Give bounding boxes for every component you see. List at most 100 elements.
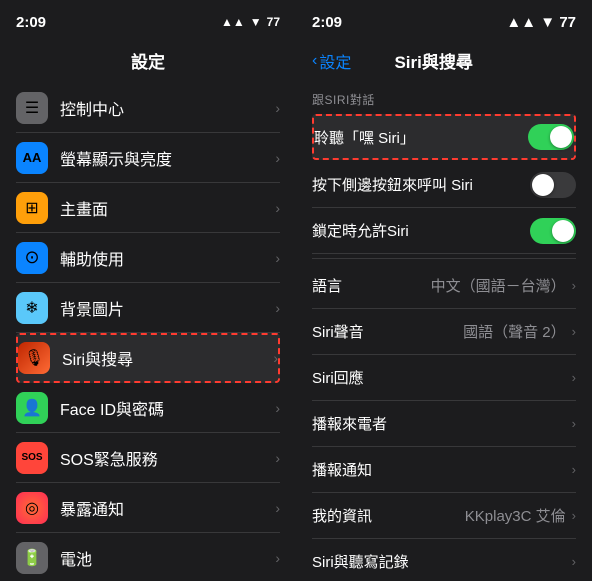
- left-panel: 2:09 ▲▲ ▼ 77 設定 ☰ 控制中心 › AA 螢幕顯示與亮度 › ⊞ …: [0, 0, 296, 581]
- right-item-announce-calls[interactable]: 播報來電者 ›: [312, 401, 576, 447]
- right-time: 2:09: [312, 14, 342, 31]
- hey-siri-label: 聆聽「嘿 Siri」: [314, 127, 528, 148]
- right-panel: 2:09 ▲▲ ▼ 77 ‹ 設定 Siri與搜尋 跟SIRI對話 聆聽「嘿 S…: [296, 0, 592, 581]
- left-status-bar: 2:09 ▲▲ ▼ 77: [0, 0, 296, 44]
- back-label: 設定: [319, 49, 351, 73]
- battery-icon: 77: [267, 15, 280, 29]
- right-item-lock-siri[interactable]: 鎖定時允許Siri: [312, 208, 576, 254]
- signal-icon: ▲▲: [506, 14, 536, 31]
- toggle-knob: [550, 126, 572, 148]
- siri-icon: 🎙: [18, 342, 50, 374]
- home-screen-icon: ⊞: [16, 192, 48, 224]
- exposure-icon: ◎: [16, 492, 48, 524]
- faceid-icon: 👤: [16, 392, 48, 424]
- settings-item-exposure[interactable]: ◎ 暴露通知 ›: [16, 483, 280, 533]
- control-center-icon: ☰: [16, 92, 48, 124]
- wallpaper-icon: ❄: [16, 292, 48, 324]
- accessibility-label: 輔助使用: [60, 246, 275, 270]
- chevron-icon: ›: [275, 550, 280, 566]
- toggle-knob: [532, 174, 554, 196]
- home-screen-label: 主畫面: [60, 196, 275, 220]
- chevron-icon: ›: [275, 100, 280, 116]
- settings-item-display[interactable]: AA 螢幕顯示與亮度 ›: [16, 133, 280, 183]
- toggle-knob: [552, 220, 574, 242]
- siri-voice-label: Siri聲音: [312, 321, 463, 342]
- right-content: 跟SIRI對話 聆聽「嘿 Siri」 按下側邊按鈕來呼叫 Siri 鎖定時允許S…: [296, 83, 592, 581]
- settings-item-control-center[interactable]: ☰ 控制中心 ›: [16, 83, 280, 133]
- siri-history-label: Siri與聽寫記錄: [312, 551, 572, 572]
- side-button-toggle[interactable]: [530, 172, 576, 198]
- faceid-label: Face ID與密碼: [60, 396, 275, 420]
- siri-section-header: 跟SIRI對話: [312, 83, 576, 112]
- chevron-icon: ›: [275, 400, 280, 416]
- right-nav: ‹ 設定 Siri與搜尋: [296, 44, 592, 83]
- display-icon: AA: [16, 142, 48, 174]
- accessibility-icon: ⊙: [16, 242, 48, 274]
- chevron-icon: ›: [275, 450, 280, 466]
- siri-voice-value: 國語（聲音 2）: [463, 321, 566, 342]
- settings-item-siri[interactable]: 🎙 Siri與搜尋 ›: [16, 333, 280, 383]
- signal-icon: ▲▲: [221, 15, 245, 29]
- left-page-title: 設定: [0, 44, 296, 83]
- siri-label: Siri與搜尋: [62, 346, 273, 370]
- sos-icon: SOS: [16, 442, 48, 474]
- my-info-label: 我的資訊: [312, 505, 465, 526]
- chevron-icon: ›: [275, 500, 280, 516]
- chevron-icon: ›: [275, 300, 280, 316]
- left-time: 2:09: [16, 14, 46, 31]
- right-status-icons: ▲▲ ▼ 77: [506, 14, 576, 31]
- battery-label: 電池: [60, 546, 275, 570]
- chevron-icon: ›: [572, 324, 576, 339]
- settings-item-faceid[interactable]: 👤 Face ID與密碼 ›: [16, 383, 280, 433]
- chevron-icon: ›: [275, 150, 280, 166]
- left-status-icons: ▲▲ ▼ 77: [221, 15, 280, 29]
- wifi-icon: ▼: [540, 14, 555, 31]
- settings-item-accessibility[interactable]: ⊙ 輔助使用 ›: [16, 233, 280, 283]
- wallpaper-label: 背景圖片: [60, 296, 275, 320]
- sos-label: SOS緊急服務: [60, 446, 275, 470]
- siri-response-label: Siri回應: [312, 367, 572, 388]
- right-item-side-button[interactable]: 按下側邊按鈕來呼叫 Siri: [312, 162, 576, 208]
- right-status-bar: 2:09 ▲▲ ▼ 77: [296, 0, 592, 44]
- right-page-title: Siri與搜尋: [394, 48, 472, 73]
- right-item-hey-siri[interactable]: 聆聽「嘿 Siri」: [312, 114, 576, 160]
- control-center-label: 控制中心: [60, 96, 275, 120]
- display-label: 螢幕顯示與亮度: [60, 146, 275, 170]
- announce-notify-label: 播報通知: [312, 459, 572, 480]
- right-item-my-info[interactable]: 我的資訊 KKplay3C 艾倫 ›: [312, 493, 576, 539]
- settings-list: ☰ 控制中心 › AA 螢幕顯示與亮度 › ⊞ 主畫面 › ⊙ 輔助使用 › ❄…: [0, 83, 296, 581]
- settings-item-home-screen[interactable]: ⊞ 主畫面 ›: [16, 183, 280, 233]
- settings-item-battery[interactable]: 🔋 電池 ›: [16, 533, 280, 581]
- right-item-language[interactable]: 語言 中文（國語－台灣） ›: [312, 263, 576, 309]
- settings-item-wallpaper[interactable]: ❄ 背景圖片 ›: [16, 283, 280, 333]
- announce-calls-label: 播報來電者: [312, 413, 572, 434]
- right-item-siri-history[interactable]: Siri與聽寫記錄 ›: [312, 539, 576, 581]
- right-item-announce-notify[interactable]: 播報通知 ›: [312, 447, 576, 493]
- chevron-icon: ›: [572, 508, 576, 523]
- battery-icon: 🔋: [16, 542, 48, 574]
- lock-siri-toggle[interactable]: [530, 218, 576, 244]
- exposure-label: 暴露通知: [60, 496, 275, 520]
- lock-siri-label: 鎖定時允許Siri: [312, 220, 530, 241]
- language-value: 中文（國語－台灣）: [431, 275, 566, 296]
- back-button[interactable]: ‹ 設定: [312, 49, 351, 73]
- hey-siri-toggle[interactable]: [528, 124, 574, 150]
- chevron-icon: ›: [572, 462, 576, 477]
- chevron-icon: ›: [572, 370, 576, 385]
- language-label: 語言: [312, 275, 431, 296]
- settings-item-sos[interactable]: SOS SOS緊急服務 ›: [16, 433, 280, 483]
- side-button-label: 按下側邊按鈕來呼叫 Siri: [312, 174, 530, 195]
- right-item-siri-voice[interactable]: Siri聲音 國語（聲音 2） ›: [312, 309, 576, 355]
- wifi-icon: ▼: [250, 15, 262, 29]
- right-item-siri-response[interactable]: Siri回應 ›: [312, 355, 576, 401]
- my-info-value: KKplay3C 艾倫: [465, 505, 566, 526]
- chevron-icon: ›: [273, 350, 278, 366]
- chevron-icon: ›: [275, 250, 280, 266]
- divider: [312, 258, 576, 259]
- back-chevron-icon: ‹: [312, 52, 317, 70]
- chevron-icon: ›: [572, 554, 576, 569]
- chevron-icon: ›: [572, 416, 576, 431]
- chevron-icon: ›: [572, 278, 576, 293]
- battery-icon: 77: [559, 14, 576, 31]
- chevron-icon: ›: [275, 200, 280, 216]
